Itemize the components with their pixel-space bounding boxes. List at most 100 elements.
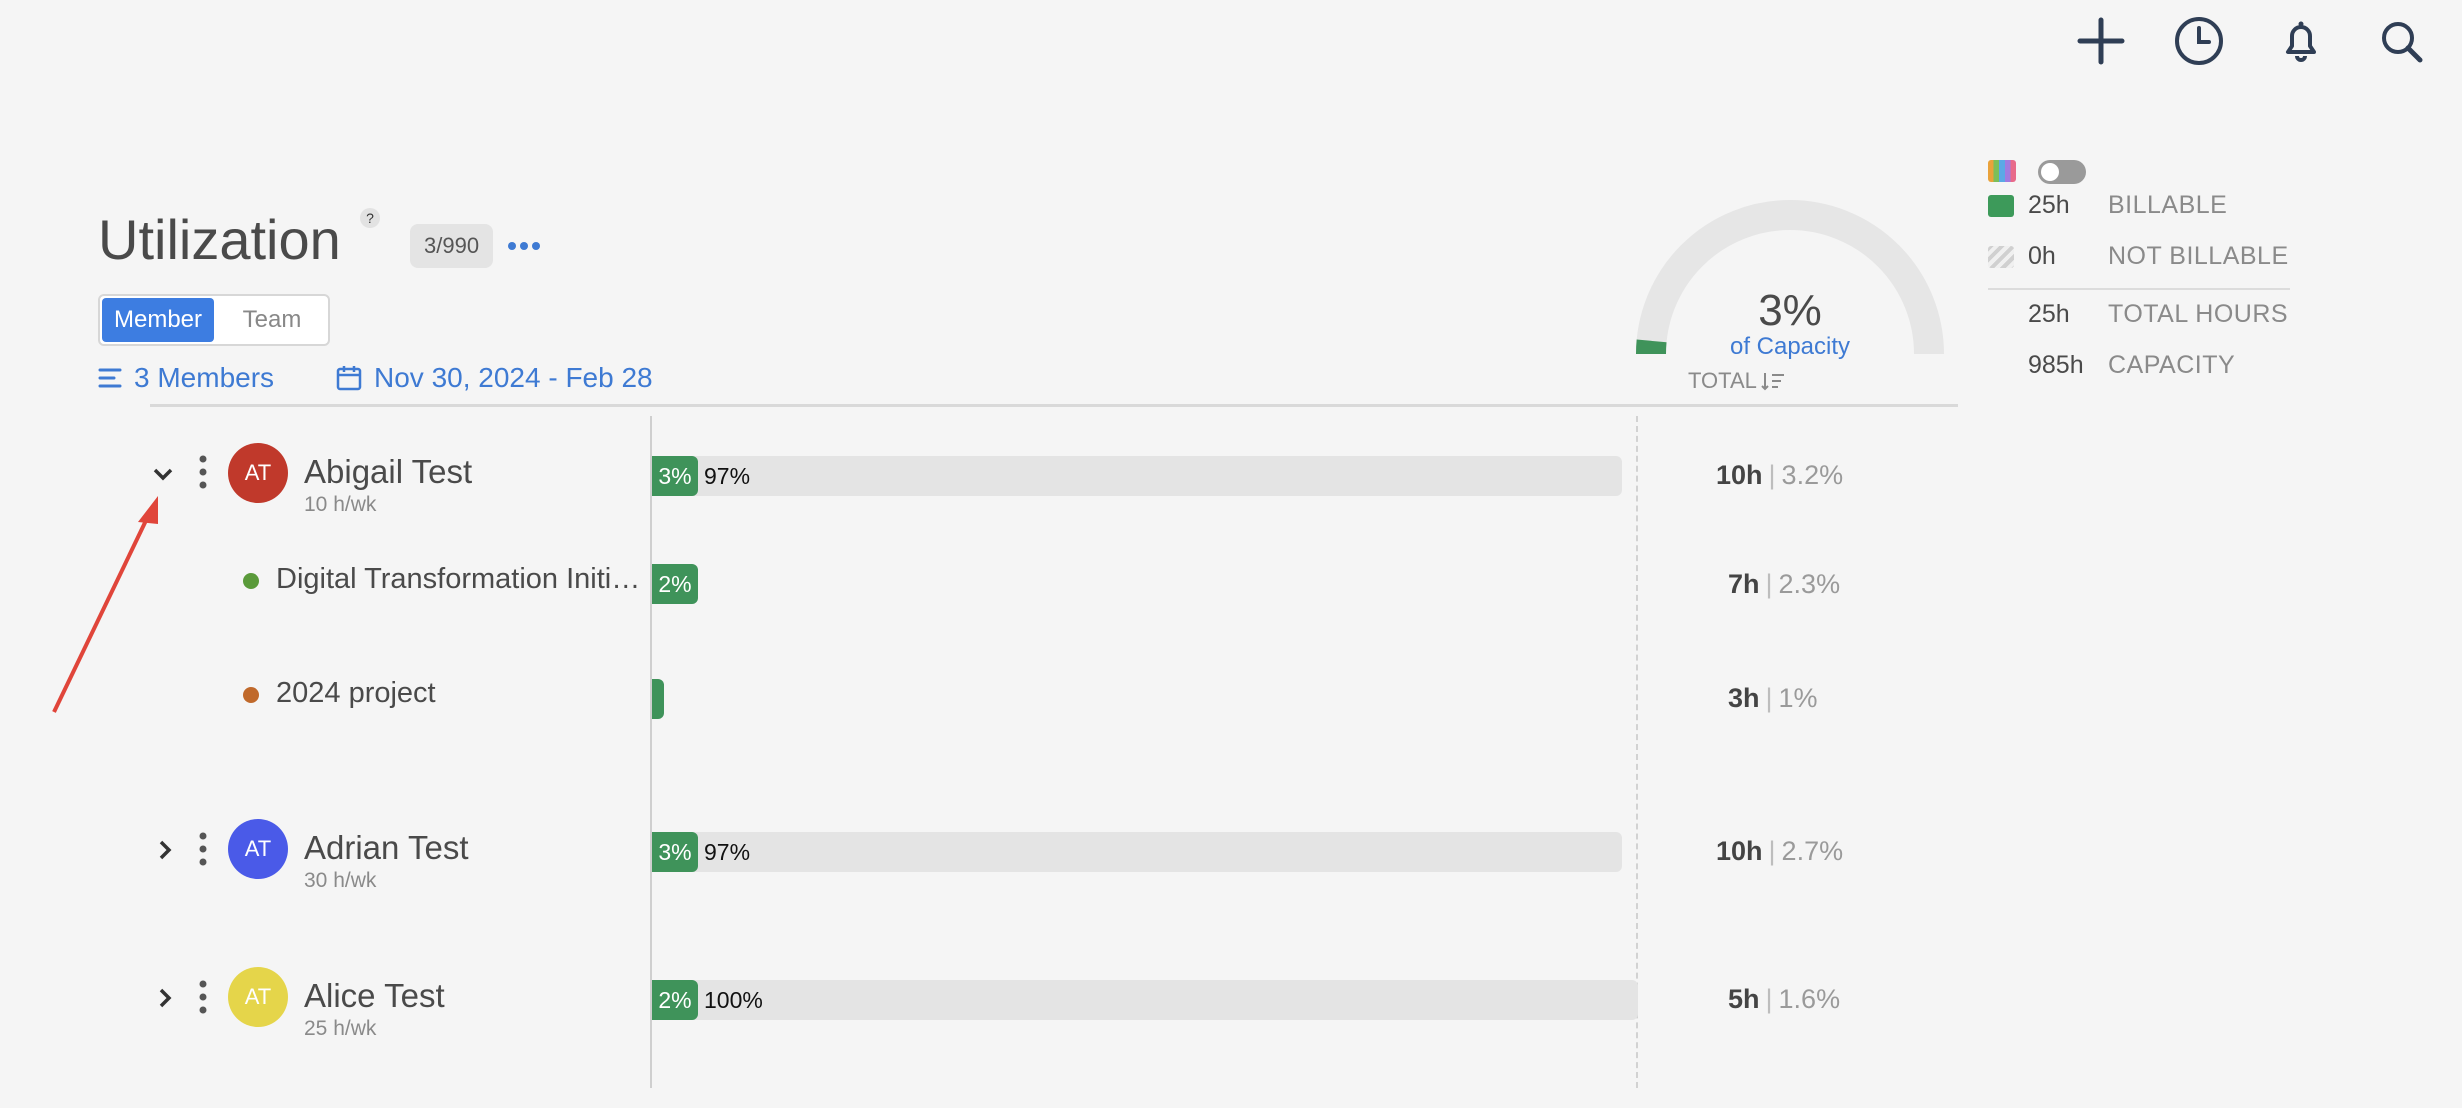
switch-knob — [2041, 163, 2059, 181]
project-total-separator: | — [1765, 569, 1773, 599]
member-name[interactable]: Adrian Test — [304, 829, 468, 867]
add-button[interactable] — [2074, 14, 2128, 68]
row-menu-button[interactable] — [198, 980, 208, 1014]
legend-total-hours: 25h TOTAL HOURS — [2028, 300, 2288, 329]
legend-not-billable: 0h NOT BILLABLE — [1988, 242, 2289, 271]
utilization-bar-fill: 3% — [652, 456, 698, 496]
billable-value: 25h — [2028, 191, 2070, 219]
avatar[interactable]: AT — [228, 819, 288, 879]
list-icon — [98, 368, 122, 388]
utilization-bar — [652, 456, 1622, 496]
not-billable-value: 0h — [2028, 242, 2056, 270]
member-name[interactable]: Abigail Test — [304, 453, 472, 491]
project-total-separator: | — [1765, 683, 1773, 713]
not-billable-label: NOT BILLABLE — [2108, 242, 2289, 270]
search-button[interactable] — [2374, 14, 2428, 68]
row-total: 5h | 1.6% — [1728, 984, 1840, 1015]
view-toggle: Member Team — [98, 294, 330, 346]
annotation-arrow — [52, 496, 158, 713]
avatar[interactable]: AT — [228, 967, 288, 1027]
search-icon — [2382, 22, 2423, 63]
more-options-button[interactable] — [506, 240, 542, 252]
bell-icon — [2286, 21, 2316, 62]
expand-row-chevron[interactable] — [151, 836, 179, 864]
gauge-percent: 3% — [1758, 286, 1822, 335]
legend-capacity: 985h CAPACITY — [2028, 351, 2235, 380]
member-name[interactable]: Alice Test — [304, 977, 445, 1015]
project-bar-fill: 2% — [652, 564, 698, 604]
utilization-bar — [652, 832, 1622, 872]
expand-row-chevron[interactable] — [151, 984, 179, 1012]
project-total: 7h | 2.3% — [1728, 569, 1840, 600]
vertical-dots-icon — [199, 832, 207, 866]
help-icon[interactable]: ? — [360, 208, 380, 228]
date-range-button[interactable]: Nov 30, 2024 - Feb 28 — [336, 362, 653, 394]
total-hours-value: 25h — [2028, 300, 2070, 328]
row-menu-button[interactable] — [198, 832, 208, 866]
header-divider — [150, 404, 1958, 407]
row-total-separator: | — [1768, 836, 1776, 866]
sort-icon — [1761, 373, 1784, 391]
row-total-hours: 10h — [1716, 460, 1763, 490]
row-total-separator: | — [1765, 984, 1773, 1014]
row-total-separator: | — [1768, 460, 1776, 490]
member-weekly-hours: 10 h/wk — [304, 493, 377, 516]
calendar-icon — [336, 366, 362, 391]
row-menu-button[interactable] — [198, 455, 208, 489]
billable-swatch — [1988, 194, 2014, 217]
members-filter-button[interactable]: 3 Members — [98, 362, 274, 394]
notifications-button[interactable] — [2274, 14, 2328, 68]
capacity-label: CAPACITY — [2108, 351, 2236, 379]
collapse-row-chevron[interactable] — [149, 460, 177, 488]
row-total-hours: 10h — [1716, 836, 1763, 866]
project-total: 3h | 1% — [1728, 683, 1818, 714]
chevron-right-icon — [159, 988, 172, 1008]
project-color-dot — [243, 687, 259, 703]
row-total: 10h | 3.2% — [1716, 460, 1843, 491]
plus-icon — [2077, 17, 2125, 65]
avatar[interactable]: AT — [228, 443, 288, 503]
project-total-percent: 1% — [1778, 683, 1818, 713]
color-mode-icon — [1988, 160, 2016, 182]
utilization-bar-remaining: 97% — [704, 463, 751, 489]
utilization-bar-remaining: 97% — [704, 839, 751, 865]
project-total-percent: 2.3% — [1778, 569, 1841, 599]
member-view-button[interactable]: Member — [102, 298, 214, 342]
total-sort-button[interactable]: TOTAL — [1688, 368, 1787, 394]
chevron-right-icon — [159, 840, 172, 860]
team-view-button[interactable]: Team — [216, 296, 328, 344]
chevron-down-icon — [153, 468, 173, 481]
count-badge: 3/990 — [410, 224, 494, 268]
row-total: 10h | 2.7% — [1716, 836, 1843, 867]
total-hours-label: TOTAL HOURS — [2108, 300, 2289, 328]
project-name[interactable]: Digital Transformation Initiative — [276, 563, 646, 596]
not-billable-swatch — [1988, 245, 2014, 268]
page-title: Utilization — [98, 208, 341, 271]
row-total-percent: 1.6% — [1778, 984, 1841, 1014]
legend-billable: 25h BILLABLE — [1988, 191, 2227, 220]
project-bar-fill — [652, 679, 664, 719]
project-total-hours: 7h — [1728, 569, 1760, 599]
total-label: TOTAL — [1688, 368, 1757, 393]
ellipsis-icon — [508, 242, 540, 250]
utilization-bar — [652, 980, 1638, 1020]
row-total-percent: 2.7% — [1781, 836, 1844, 866]
project-name[interactable]: 2024 project — [276, 677, 646, 710]
clock-icon — [2175, 17, 2223, 65]
date-range-label: Nov 30, 2024 - Feb 28 — [374, 362, 653, 393]
capacity-value: 985h — [2028, 351, 2084, 379]
billable-label: BILLABLE — [2108, 191, 2228, 219]
row-total-hours: 5h — [1728, 984, 1760, 1014]
timer-button[interactable] — [2172, 14, 2226, 68]
project-total-hours: 3h — [1728, 683, 1760, 713]
row-total-percent: 3.2% — [1781, 460, 1844, 490]
members-filter-label: 3 Members — [134, 362, 275, 393]
vertical-dots-icon — [199, 980, 207, 1014]
member-weekly-hours: 30 h/wk — [304, 869, 377, 892]
vertical-dots-icon — [199, 455, 207, 489]
project-color-dot — [243, 573, 259, 589]
utilization-bar-fill: 3% — [652, 832, 698, 872]
gauge-caption: of Capacity — [1729, 333, 1851, 360]
legend-divider — [1988, 288, 2290, 290]
member-weekly-hours: 25 h/wk — [304, 1017, 377, 1040]
